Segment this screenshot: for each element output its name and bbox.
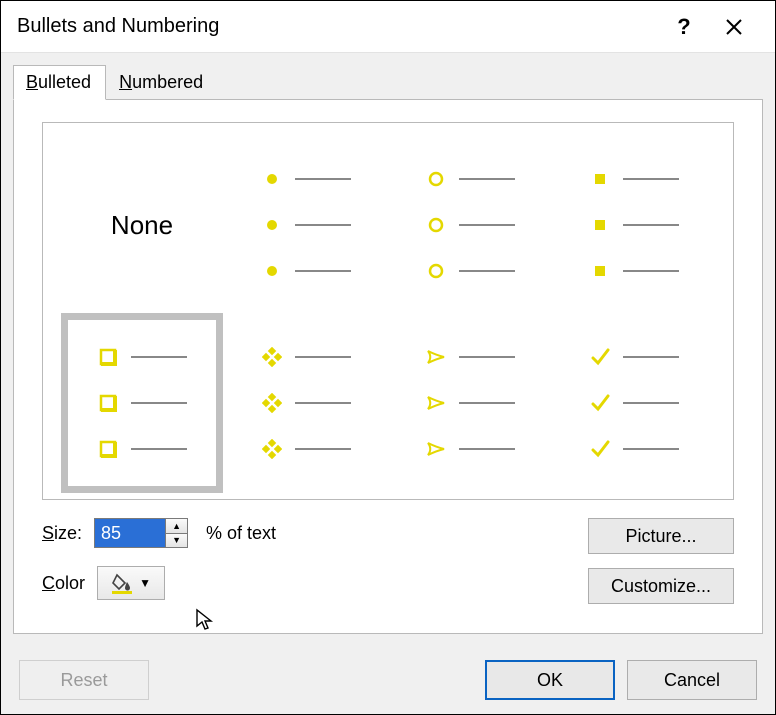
chevron-down-icon: ▼ [139, 576, 151, 590]
bullet-option-four-diamonds[interactable] [229, 317, 383, 489]
color-picker-button[interactable]: ▼ [97, 566, 165, 600]
cancel-button[interactable]: Cancel [627, 660, 757, 700]
filled-circle-icon [261, 168, 283, 190]
size-row: Size: 85 ▲ ▼ % of text [42, 518, 568, 548]
filled-square-icon [589, 168, 611, 190]
tab-bulleted[interactable]: Bulleted [13, 65, 106, 100]
mouse-cursor-icon [194, 608, 218, 635]
arrow-icon [425, 346, 447, 368]
checkmark-icon [589, 346, 611, 368]
bullet-option-filled-square[interactable] [557, 139, 711, 311]
close-button[interactable] [709, 2, 759, 52]
bullet-option-checkmark[interactable] [557, 317, 711, 489]
size-suffix: % of text [206, 523, 276, 544]
bullet-option-filled-circle[interactable] [229, 139, 383, 311]
hollow-square-icon [97, 346, 119, 368]
size-input[interactable]: 85 [95, 519, 165, 547]
picture-button[interactable]: Picture... [588, 518, 734, 554]
size-label: Size: [42, 523, 82, 544]
four-diamonds-icon [261, 346, 283, 368]
bullet-option-hollow-square[interactable] [65, 317, 219, 489]
open-circle-icon [425, 168, 447, 190]
size-spinbox[interactable]: 85 ▲ ▼ [94, 518, 188, 548]
bullet-gallery: None [42, 122, 734, 500]
bullet-option-none[interactable]: None [65, 139, 219, 311]
help-button[interactable]: ? [659, 2, 709, 52]
none-label: None [111, 210, 173, 241]
size-decrease-button[interactable]: ▼ [166, 533, 187, 548]
titlebar: Bullets and Numbering ? [1, 1, 775, 53]
reset-button: Reset [19, 660, 149, 700]
tabstrip: Bulleted Numbered [1, 53, 775, 99]
bullet-option-arrow[interactable] [393, 317, 547, 489]
close-icon [725, 18, 743, 36]
color-row: Color ▼ [42, 566, 568, 600]
tabpanel-bulleted: None [13, 99, 763, 634]
tab-numbered[interactable]: Numbered [106, 65, 218, 99]
customize-button[interactable]: Customize... [588, 568, 734, 604]
bullet-option-open-circle[interactable] [393, 139, 547, 311]
dialog-title: Bullets and Numbering [17, 15, 659, 38]
color-label: Color [42, 573, 85, 594]
bullets-numbering-dialog: Bullets and Numbering ? Bulleted Numbere… [0, 0, 776, 715]
size-increase-button[interactable]: ▲ [166, 519, 187, 533]
paint-bucket-icon [111, 572, 133, 594]
dialog-footer: Reset OK Cancel [1, 646, 775, 714]
ok-button[interactable]: OK [485, 660, 615, 700]
